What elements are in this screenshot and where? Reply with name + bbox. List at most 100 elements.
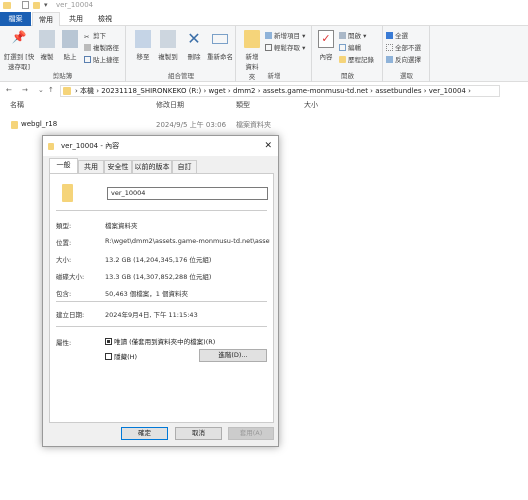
type-label: 類型: — [56, 222, 72, 230]
general-panel: ver_10004 類型: 檔案資料夾 位置: R:\wget\dmm2\ass… — [49, 173, 274, 423]
tab-share[interactable]: 共用 — [62, 12, 90, 26]
edit-button[interactable]: 編輯 — [339, 42, 361, 52]
file-modified: 2024/9/5 上午 03:06 — [156, 121, 227, 129]
properties-button[interactable]: ✓ 內容 — [315, 30, 337, 61]
contains-value: 50,463 個檔案，1 個資料夾 — [105, 290, 189, 298]
tab-previous-versions[interactable]: 以前的版本 — [132, 160, 172, 173]
contains-label: 包含: — [56, 290, 72, 298]
folder-name-input[interactable]: ver_10004 — [107, 187, 268, 200]
copy-to-icon — [160, 30, 176, 48]
column-name[interactable]: 名稱 — [10, 100, 24, 110]
tab-general[interactable]: 一般 — [49, 158, 78, 173]
pin-icon: 📌 — [11, 30, 27, 44]
breadcrumb[interactable]: dmm2 — [233, 87, 256, 95]
history-icon — [339, 56, 346, 63]
breadcrumb[interactable]: 本機 — [80, 87, 94, 95]
address-bar[interactable]: › 本機 › 20231118_SHIRONKEKO (R:) › wget ›… — [60, 85, 500, 97]
easy-access-icon — [265, 44, 272, 51]
rename-icon — [212, 34, 228, 44]
select-label: 選取 — [400, 72, 413, 80]
column-size[interactable]: 大小 — [304, 100, 318, 110]
select-none-icon — [386, 44, 393, 51]
new-label: 新增 — [267, 72, 281, 80]
breadcrumb[interactable]: assets.game-monmusu-td.net — [263, 87, 368, 95]
new-folder-icon[interactable] — [33, 2, 40, 9]
size-on-disk-label: 磁碟大小: — [56, 273, 85, 281]
breadcrumb[interactable]: 20231118_SHIRONKEKO (R:) — [101, 87, 201, 95]
history-button[interactable]: 歷程記錄 — [339, 54, 374, 64]
close-icon[interactable]: ✕ — [264, 136, 272, 156]
tab-file[interactable]: 檔案 — [0, 12, 31, 26]
tab-customize[interactable]: 自訂 — [172, 160, 197, 173]
paste-button[interactable]: 貼上 — [59, 30, 81, 61]
new-item-button[interactable]: 新增項目 ▾ — [265, 30, 305, 40]
divider — [56, 301, 267, 302]
cancel-button[interactable]: 取消 — [175, 427, 222, 440]
edit-icon — [339, 44, 346, 51]
readonly-checkbox[interactable]: 唯讀 (僅套用到資料夾中的檔案)(R) — [105, 336, 215, 346]
select-all-icon — [386, 32, 393, 39]
folder-icon — [48, 143, 54, 150]
folder-icon — [3, 2, 11, 9]
easy-access-button[interactable]: 輕鬆存取 ▾ — [265, 42, 305, 52]
advanced-button[interactable]: 進階(D)... — [199, 349, 267, 362]
ok-button[interactable]: 確定 — [121, 427, 168, 440]
open-button[interactable]: 開啟 ▾ — [339, 30, 366, 40]
column-modified[interactable]: 修改日期 — [156, 100, 184, 110]
location-label: 位置: — [56, 239, 72, 247]
folder-icon — [11, 121, 18, 129]
select-none-button[interactable]: 全部不選 — [386, 42, 421, 52]
copy-path-icon — [84, 44, 91, 51]
forward-icon[interactable]: → — [22, 86, 28, 94]
open-label: 開啟 — [341, 72, 354, 80]
divider — [56, 326, 267, 327]
move-icon — [135, 30, 151, 48]
ribbon-tabs: 檔案 常用 共用 檢視 — [0, 12, 528, 26]
tab-home[interactable]: 常用 — [32, 12, 60, 26]
tab-view[interactable]: 檢視 — [90, 12, 120, 26]
select-all-button[interactable]: 全選 — [386, 30, 408, 40]
cut-button[interactable]: ✂ 剪下 — [84, 30, 106, 41]
attributes-label: 屬性: — [56, 339, 72, 347]
ribbon: 📌 釘選到 [快速存取] 複製 貼上 ✂ 剪下 複製路徑 貼上捷徑 剪貼簿 移至 複… — [0, 26, 528, 82]
folder-icon — [63, 87, 71, 95]
dropdown-icon[interactable]: ▾ — [44, 1, 48, 9]
copy-icon — [39, 30, 55, 48]
paste-shortcut-button[interactable]: 貼上捷徑 — [84, 54, 119, 64]
created-label: 建立日期: — [56, 311, 85, 319]
breadcrumb[interactable]: ver_10004 — [429, 87, 466, 95]
copy-to-button[interactable]: 複製到 — [155, 30, 181, 61]
select-group: 全選 全部不選 反向選擇 選取 — [384, 26, 430, 82]
invert-selection-button[interactable]: 反向選擇 — [386, 54, 421, 64]
breadcrumb[interactable]: wget — [208, 87, 225, 95]
file-name: webgl_r18 — [21, 120, 58, 128]
breadcrumb[interactable]: assetbundles — [375, 87, 421, 95]
copy-button[interactable]: 複製 — [36, 30, 58, 61]
window-title: ver_10004 — [56, 1, 94, 9]
tab-sharing[interactable]: 共用 — [78, 160, 104, 173]
hidden-checkbox[interactable]: 隱藏(H) — [105, 351, 137, 361]
back-icon[interactable]: ← — [6, 86, 12, 94]
apply-button[interactable]: 套用(A) — [228, 427, 274, 440]
type-value: 檔案資料夾 — [105, 222, 138, 230]
size-value: 13.2 GB (14,204,345,176 位元組) — [105, 256, 212, 264]
paste-shortcut-icon — [84, 56, 91, 63]
properties-icon[interactable] — [22, 1, 29, 9]
recent-icon[interactable]: ⌄ — [38, 86, 44, 94]
pin-button[interactable]: 📌 釘選到 [快速存取] — [2, 30, 36, 71]
copy-path-button[interactable]: 複製路徑 — [84, 42, 119, 52]
clipboard-group: 📌 釘選到 [快速存取] 複製 貼上 ✂ 剪下 複製路徑 貼上捷徑 剪貼簿 — [0, 26, 126, 82]
rename-button[interactable]: 重新命名 — [205, 30, 235, 61]
created-value: 2024年9月4日, 下午 11:15:43 — [105, 311, 198, 319]
location-value: R:\wget\dmm2\assets.game-monmusu-td.net\… — [105, 237, 270, 245]
tab-security[interactable]: 安全性 — [104, 160, 132, 173]
column-type[interactable]: 類型 — [236, 100, 250, 110]
navigation-bar: ← → ⌄ ↑ › 本機 › 20231118_SHIRONKEKO (R:) … — [0, 84, 528, 98]
paste-icon — [62, 30, 78, 48]
delete-button[interactable]: ✕ 刪除 — [183, 30, 205, 62]
open-icon — [339, 32, 346, 39]
dialog-title-bar: ver_10004 - 內容 ✕ — [43, 136, 278, 156]
move-to-button[interactable]: 移至 — [131, 30, 155, 61]
up-icon[interactable]: ↑ — [48, 86, 54, 94]
properties-icon: ✓ — [318, 30, 334, 48]
